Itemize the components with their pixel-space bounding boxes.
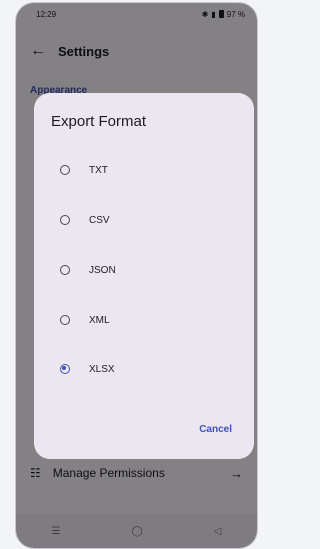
radio-button[interactable] bbox=[60, 265, 70, 275]
export-format-dialog: Export Format TXT CSV JSON XML XLSX Canc… bbox=[34, 93, 254, 459]
device-frame: 12:29 ✱ ▮ 97 % ← Settings Appearance ☷ M… bbox=[16, 3, 257, 548]
radio-button[interactable] bbox=[60, 215, 70, 225]
option-txt[interactable]: TXT bbox=[34, 152, 254, 188]
option-label: JSON bbox=[89, 264, 116, 276]
option-json[interactable]: JSON bbox=[34, 252, 254, 288]
option-label: XLSX bbox=[89, 363, 115, 375]
option-label: XML bbox=[89, 314, 110, 326]
option-xlsx[interactable]: XLSX bbox=[34, 351, 254, 387]
option-label: CSV bbox=[89, 214, 110, 226]
dialog-title: Export Format bbox=[51, 113, 147, 130]
option-xml[interactable]: XML bbox=[34, 302, 254, 338]
option-label: TXT bbox=[89, 164, 108, 176]
radio-button-selected[interactable] bbox=[60, 364, 70, 374]
option-csv[interactable]: CSV bbox=[34, 202, 254, 238]
cancel-button[interactable]: Cancel bbox=[199, 424, 232, 435]
radio-button[interactable] bbox=[60, 165, 70, 175]
radio-button[interactable] bbox=[60, 315, 70, 325]
